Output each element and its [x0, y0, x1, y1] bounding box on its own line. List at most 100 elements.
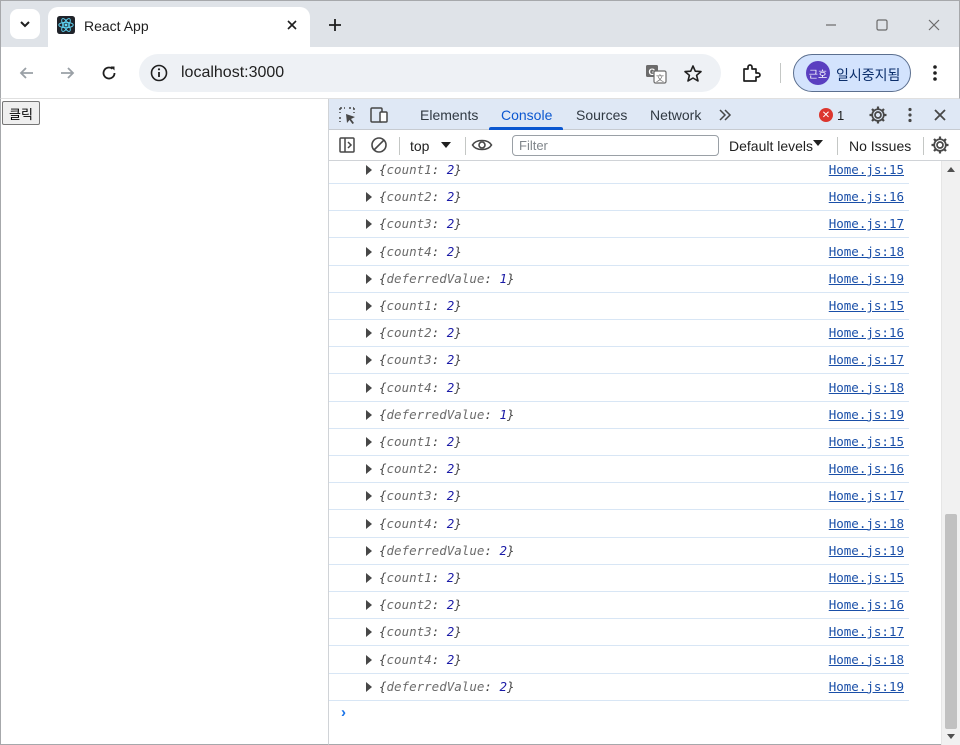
url-text[interactable]: localhost:3000	[181, 64, 284, 82]
browser-tab[interactable]: React App	[48, 7, 310, 48]
log-object[interactable]: {count3: 2}	[379, 624, 462, 639]
log-source-link[interactable]: Home.js:17	[829, 352, 904, 367]
console-scrollbar[interactable]	[941, 161, 960, 745]
console-settings-button[interactable]	[929, 134, 951, 156]
expand-triangle-icon[interactable]	[366, 246, 372, 257]
log-object[interactable]: {count3: 2}	[379, 488, 462, 503]
expand-triangle-icon[interactable]	[366, 219, 372, 230]
settings-button[interactable]	[867, 104, 889, 126]
expand-triangle-icon[interactable]	[366, 627, 372, 638]
expand-triangle-icon[interactable]	[366, 355, 372, 366]
inspect-element-button[interactable]	[336, 104, 358, 126]
expand-triangle-icon[interactable]	[366, 192, 372, 203]
expand-triangle-icon[interactable]	[366, 165, 372, 175]
log-object[interactable]: {count1: 2}	[379, 570, 462, 585]
devtools-menu-button[interactable]	[899, 104, 921, 126]
console-log-row[interactable]: {count4: 2} Home.js:18	[329, 647, 909, 674]
back-button[interactable]	[14, 60, 40, 86]
more-tabs-button[interactable]	[714, 104, 736, 126]
log-object[interactable]: {count1: 2}	[379, 298, 462, 313]
log-source-link[interactable]: Home.js:18	[829, 244, 904, 259]
console-log-row[interactable]: {count1: 2} Home.js:15	[329, 565, 909, 592]
log-source-link[interactable]: Home.js:19	[829, 679, 904, 694]
log-object[interactable]: {count4: 2}	[379, 516, 462, 531]
close-window-button[interactable]	[922, 13, 946, 37]
translate-button[interactable]: G文	[645, 63, 667, 85]
expand-triangle-icon[interactable]	[366, 491, 372, 502]
log-source-link[interactable]: Home.js:18	[829, 380, 904, 395]
console-log-row[interactable]: {count2: 2} Home.js:16	[329, 320, 909, 348]
expand-triangle-icon[interactable]	[366, 654, 372, 665]
log-source-link[interactable]: Home.js:16	[829, 461, 904, 476]
browser-menu-button[interactable]	[923, 61, 947, 85]
log-source-link[interactable]: Home.js:16	[829, 325, 904, 340]
expand-triangle-icon[interactable]	[366, 545, 372, 556]
error-count[interactable]: 1	[837, 108, 844, 123]
log-object[interactable]: {count3: 2}	[379, 216, 462, 231]
console-log-row[interactable]: {count1: 2} Home.js:15	[329, 429, 909, 456]
expand-triangle-icon[interactable]	[366, 382, 372, 393]
expand-triangle-icon[interactable]	[366, 437, 372, 447]
log-object[interactable]: {count4: 2}	[379, 380, 462, 395]
expand-triangle-icon[interactable]	[366, 273, 372, 284]
log-source-link[interactable]: Home.js:19	[829, 271, 904, 286]
scrollbar-thumb[interactable]	[945, 514, 957, 729]
log-object[interactable]: {count2: 2}	[379, 597, 462, 612]
console-log-row[interactable]: {deferredValue: 1} Home.js:19	[329, 266, 909, 293]
issues-counter[interactable]: No Issues	[849, 138, 911, 154]
tab-search-button[interactable]	[10, 9, 40, 39]
console-log-row[interactable]: {count3: 2} Home.js:17	[329, 619, 909, 647]
tab-elements[interactable]: Elements	[420, 107, 478, 123]
live-expression-button[interactable]	[471, 134, 493, 156]
log-source-link[interactable]: Home.js:17	[829, 488, 904, 503]
log-object[interactable]: {count3: 2}	[379, 352, 462, 367]
expand-triangle-icon[interactable]	[366, 464, 372, 475]
error-icon[interactable]: ✕	[819, 108, 833, 122]
new-tab-button[interactable]	[322, 12, 348, 38]
log-levels-dropdown[interactable]: Default levels	[729, 138, 813, 154]
log-object[interactable]: {count2: 2}	[379, 461, 462, 476]
caret-down-icon[interactable]	[813, 140, 823, 146]
log-source-link[interactable]: Home.js:15	[829, 570, 904, 585]
console-log-row[interactable]: {count3: 2} Home.js:17	[329, 211, 909, 239]
log-source-link[interactable]: Home.js:18	[829, 516, 904, 531]
device-toolbar-button[interactable]	[368, 104, 390, 126]
expand-triangle-icon[interactable]	[366, 681, 372, 692]
expand-triangle-icon[interactable]	[366, 573, 372, 583]
console-log-row[interactable]: {count4: 2} Home.js:18	[329, 375, 909, 402]
profile-button[interactable]: 근호 일시중지됨	[793, 54, 911, 92]
log-object[interactable]: {deferredValue: 2}	[379, 679, 515, 694]
click-button[interactable]: 클릭	[2, 101, 40, 125]
console-log-row[interactable]: {deferredValue: 1} Home.js:19	[329, 402, 909, 429]
sidebar-toggle-button[interactable]	[336, 134, 358, 156]
console-log-row[interactable]: {count2: 2} Home.js:16	[329, 592, 909, 620]
context-selector[interactable]: top	[410, 138, 429, 154]
expand-triangle-icon[interactable]	[366, 600, 372, 611]
log-object[interactable]: {deferredValue: 1}	[379, 271, 515, 286]
caret-down-icon[interactable]	[441, 142, 451, 148]
console-log-row[interactable]: {deferredValue: 2} Home.js:19	[329, 538, 909, 565]
console-log-row[interactable]: {count2: 2} Home.js:16	[329, 456, 909, 484]
console-log-row[interactable]: {count3: 2} Home.js:17	[329, 347, 909, 375]
bookmark-button[interactable]	[682, 63, 704, 85]
console-log-row[interactable]: {count3: 2} Home.js:17	[329, 483, 909, 511]
log-object[interactable]: {count4: 2}	[379, 244, 462, 259]
tab-sources[interactable]: Sources	[576, 107, 627, 123]
close-devtools-button[interactable]	[929, 104, 951, 126]
log-source-link[interactable]: Home.js:16	[829, 189, 904, 204]
tab-console[interactable]: Console	[501, 107, 552, 123]
console-log-row[interactable]: {count1: 2} Home.js:15	[329, 161, 909, 184]
log-source-link[interactable]: Home.js:17	[829, 216, 904, 231]
maximize-button[interactable]	[870, 13, 894, 37]
log-object[interactable]: {count4: 2}	[379, 652, 462, 667]
console-prompt[interactable]: ›	[341, 704, 346, 721]
log-source-link[interactable]: Home.js:15	[829, 162, 904, 177]
console-log-row[interactable]: {count4: 2} Home.js:18	[329, 239, 909, 266]
address-bar[interactable]: localhost:3000 G文	[139, 54, 721, 92]
forward-button[interactable]	[54, 60, 80, 86]
console-log-row[interactable]: {count1: 2} Home.js:15	[329, 293, 909, 320]
expand-triangle-icon[interactable]	[366, 328, 372, 339]
log-source-link[interactable]: Home.js:16	[829, 597, 904, 612]
scroll-up-arrow[interactable]	[947, 167, 955, 172]
extensions-puzzle-icon[interactable]	[739, 61, 763, 85]
